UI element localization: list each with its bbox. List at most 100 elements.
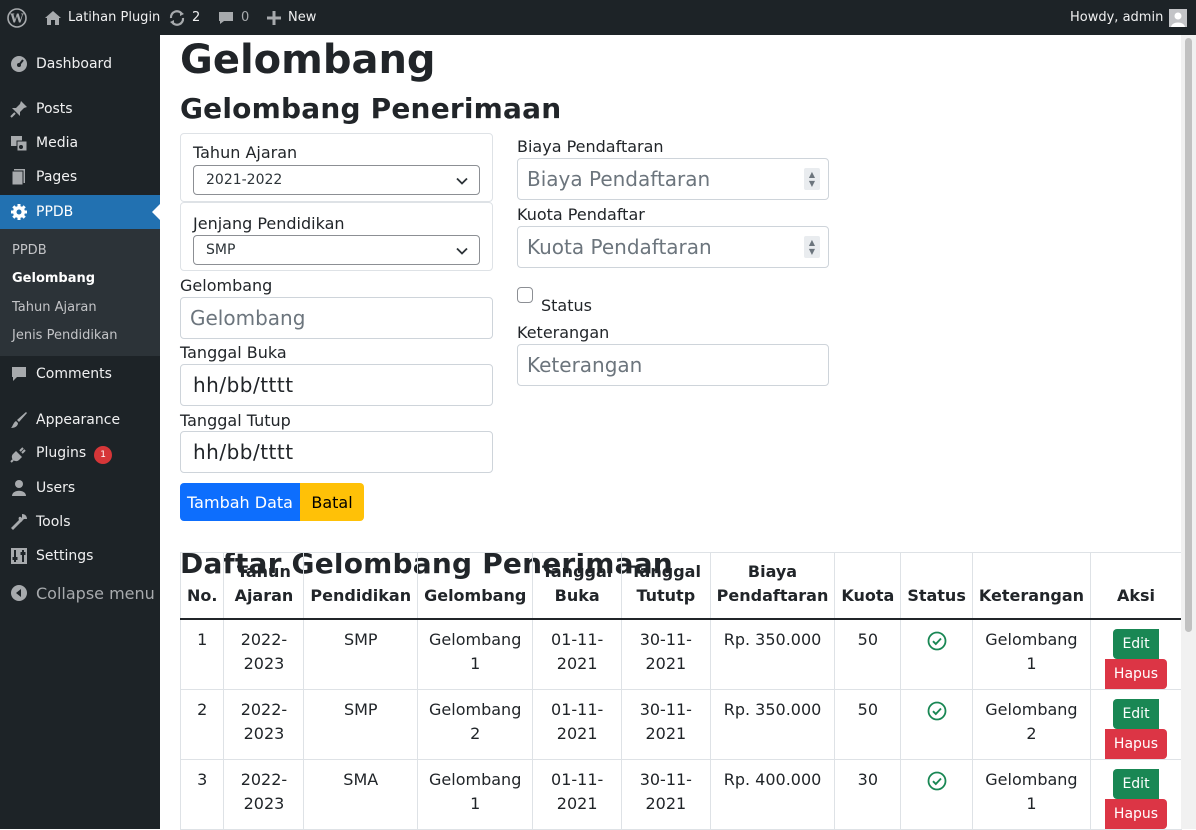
sidebar-item-plugins[interactable]: Plugins 1 <box>0 437 160 471</box>
form-title: Gelombang Penerimaan <box>180 92 562 125</box>
home-icon <box>44 10 62 26</box>
cell-buka: 01-11-2021 <box>532 758 622 830</box>
cell-tahun: 2022-2023 <box>223 688 305 760</box>
cell-tahun: 2022-2023 <box>223 758 305 830</box>
sidebar-item-dashboard[interactable]: Dashboard <box>0 47 160 81</box>
hapus-button[interactable]: Hapus <box>1104 658 1168 689</box>
column-header: Aksi <box>1090 552 1182 619</box>
collapse-menu-button[interactable]: Collapse menu <box>0 576 160 610</box>
keterangan-input[interactable]: Keterangan <box>517 344 829 386</box>
status-label: Status <box>541 296 592 315</box>
tahun-ajaran-card: Tahun Ajaran 2021-2022 <box>180 133 493 202</box>
comments-link[interactable]: 0 <box>217 0 249 35</box>
sidebar-item-appearance[interactable]: Appearance <box>0 403 160 437</box>
biaya-placeholder: Biaya Pendaftaran <box>527 167 711 191</box>
column-header: Keterangan <box>971 552 1092 619</box>
sidebar-item-ppdb[interactable]: PPDB <box>0 195 160 229</box>
hapus-button[interactable]: Hapus <box>1104 798 1168 829</box>
tahun-ajaran-value: 2021-2022 <box>206 172 283 188</box>
number-spinner-icon[interactable]: ▲ ▼ <box>804 236 820 258</box>
sidebar-item-comments[interactable]: Comments <box>0 357 160 391</box>
cell-keterangan: Gelombang 1 <box>971 758 1092 830</box>
table-header-row: No. Tahun Ajaran Pendidikan Gelombang Ta… <box>179 552 1182 619</box>
cell-gelombang: Gelombang 1 <box>417 618 534 690</box>
tahun-ajaran-label: Tahun Ajaran <box>193 143 298 162</box>
scrollbar-thumb[interactable] <box>1185 38 1192 632</box>
updates-count: 2 <box>192 10 201 25</box>
cell-aksi: EditHapus <box>1090 618 1182 690</box>
wordpress-logo-icon[interactable]: W <box>7 0 27 35</box>
cell-no: 1 <box>179 618 225 690</box>
updates-link[interactable]: 2 <box>168 0 200 35</box>
cell-no: 2 <box>179 688 225 760</box>
wrench-icon <box>9 512 29 532</box>
comments-count: 0 <box>241 10 250 25</box>
table-row: 3 2022-2023 SMA Gelombang 1 01-11-2021 3… <box>179 758 1182 830</box>
status-checkbox[interactable] <box>517 287 533 303</box>
plugin-icon <box>9 444 29 464</box>
current-menu-arrow <box>152 204 160 220</box>
tanggal-tutup-label: Tanggal Tutup <box>180 411 291 430</box>
tanggal-buka-input[interactable]: hh/bb/tttt <box>180 364 493 406</box>
sidebar-item-pages[interactable]: Pages <box>0 160 160 194</box>
gelombang-input[interactable]: Gelombang <box>180 297 493 339</box>
cell-status <box>900 618 973 690</box>
plugins-update-badge: 1 <box>94 445 113 464</box>
svg-text:W: W <box>9 11 24 25</box>
new-label: New <box>288 10 317 25</box>
hapus-button[interactable]: Hapus <box>1104 728 1168 759</box>
comment-icon <box>9 364 29 384</box>
column-header: Tanggal Tututp <box>620 552 711 619</box>
ppdb-submenu: PPDB Gelombang Tahun Ajaran Jenis Pendid… <box>0 229 160 356</box>
sidebar-item-tools[interactable]: Tools <box>0 505 160 539</box>
biaya-label: Biaya Pendaftaran <box>517 137 664 156</box>
jenjang-select[interactable]: SMP <box>193 235 480 265</box>
cell-status <box>900 758 973 830</box>
cell-pendidikan: SMP <box>303 618 419 690</box>
avatar <box>1169 8 1188 27</box>
plus-icon <box>266 10 282 26</box>
sidebar-item-settings[interactable]: Settings <box>0 539 160 573</box>
chevron-down-icon <box>455 174 469 192</box>
check-circle-icon <box>927 771 947 798</box>
tanggal-buka-label: Tanggal Buka <box>180 343 287 362</box>
tanggal-tutup-input[interactable]: hh/bb/tttt <box>180 431 493 473</box>
cell-kuota: 30 <box>834 758 902 830</box>
number-spinner-icon[interactable]: ▲ ▼ <box>804 168 820 190</box>
gelombang-label: Gelombang <box>180 276 273 295</box>
cell-keterangan: Gelombang 1 <box>971 618 1092 690</box>
site-name-link[interactable]: Latihan Plugin <box>44 0 160 35</box>
my-account-link[interactable]: Howdy, admin <box>1070 0 1188 35</box>
sidebar-item-media[interactable]: Media <box>0 126 160 160</box>
cell-aksi: EditHapus <box>1090 758 1182 830</box>
jenjang-card: Jenjang Pendidikan SMP <box>180 202 493 271</box>
sidebar-item-posts[interactable]: Posts <box>0 92 160 126</box>
tambah-data-button[interactable]: Tambah Data <box>180 483 300 521</box>
column-header: Biaya Pendaftaran <box>709 552 836 619</box>
tahun-ajaran-select[interactable]: 2021-2022 <box>193 165 480 195</box>
cell-pendidikan: SMP <box>303 688 419 760</box>
biaya-input[interactable]: Biaya Pendaftaran ▲ ▼ <box>517 158 829 200</box>
submenu-item-tahun-ajaran[interactable]: Tahun Ajaran <box>12 300 97 315</box>
column-header: Status <box>900 552 973 619</box>
cell-kuota: 50 <box>834 618 902 690</box>
brush-icon <box>9 410 29 430</box>
gear-icon <box>9 202 29 222</box>
gelombang-table: No. Tahun Ajaran Pendidikan Gelombang Ta… <box>179 552 1182 830</box>
submenu-item-jenis-pendidikan[interactable]: Jenis Pendidikan <box>12 328 117 343</box>
column-header: Tanggal Buka <box>532 552 622 619</box>
sidebar-item-users[interactable]: Users <box>0 471 160 505</box>
kuota-input[interactable]: Kuota Pendaftaran ▲ ▼ <box>517 226 829 268</box>
edit-button[interactable]: Edit <box>1113 698 1159 729</box>
collapse-icon <box>9 583 29 603</box>
edit-button[interactable]: Edit <box>1113 768 1159 799</box>
updates-icon <box>168 9 186 27</box>
submenu-item-gelombang[interactable]: Gelombang <box>12 271 95 286</box>
new-content-link[interactable]: New <box>266 0 316 35</box>
pages-icon <box>9 167 29 187</box>
cell-biaya: Rp. 350.000 <box>709 688 836 760</box>
batal-button[interactable]: Batal <box>300 483 364 521</box>
submenu-item-ppdb[interactable]: PPDB <box>12 243 47 258</box>
column-header: No. <box>179 552 225 619</box>
edit-button[interactable]: Edit <box>1113 628 1159 659</box>
